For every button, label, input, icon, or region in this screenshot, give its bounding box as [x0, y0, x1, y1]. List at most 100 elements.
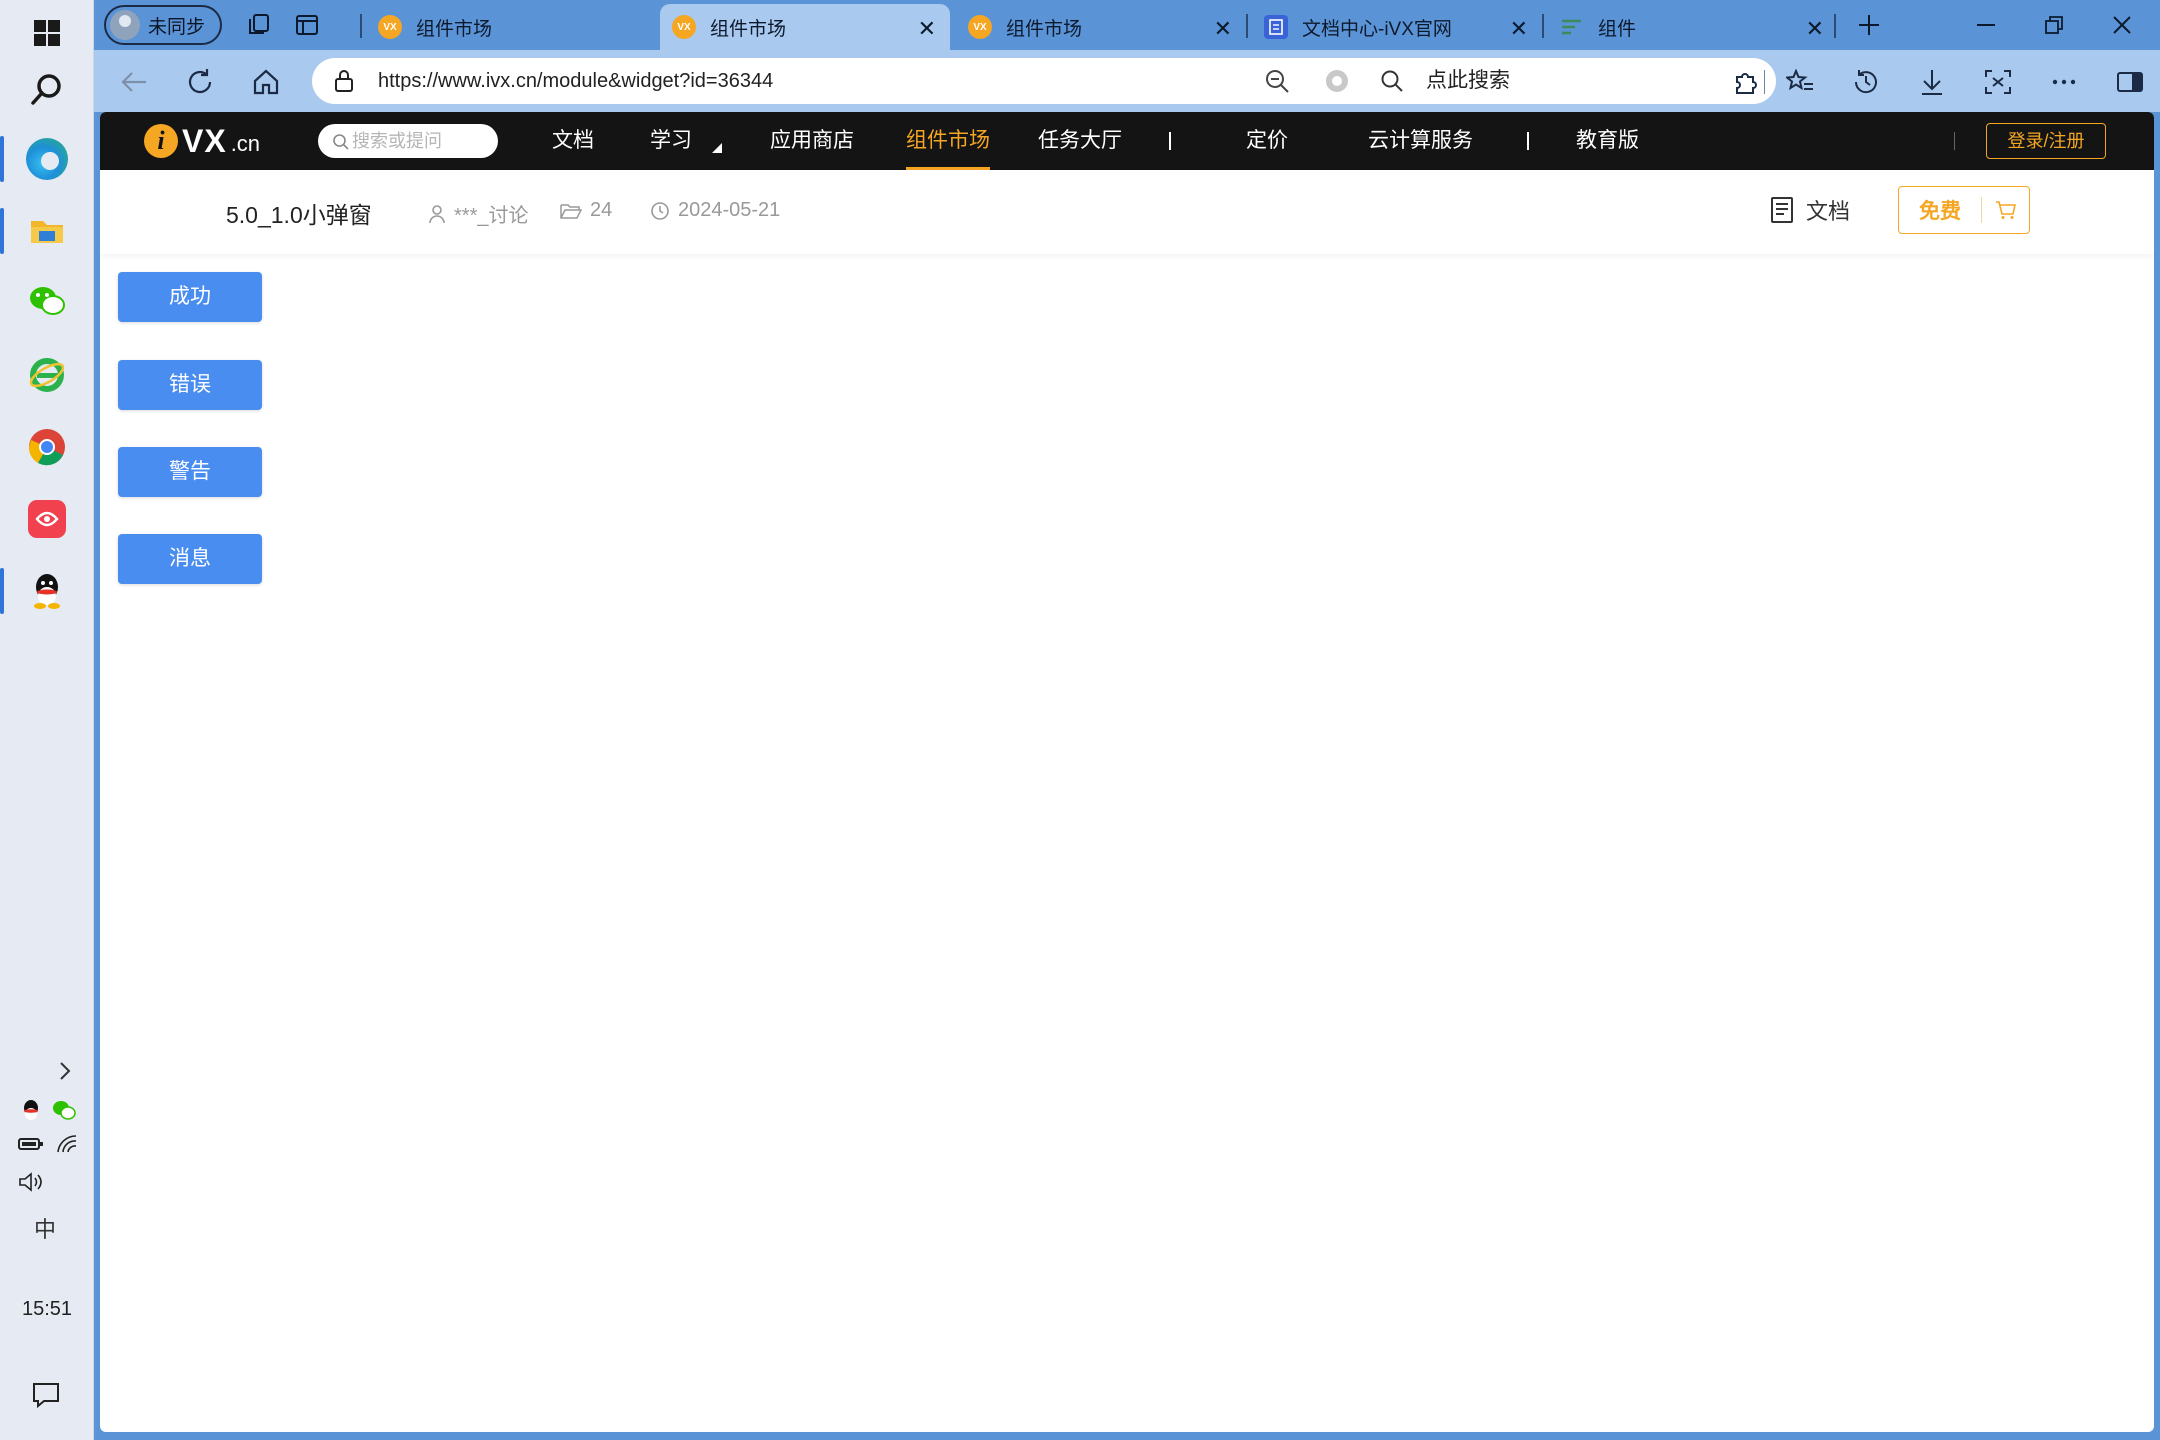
- nav-task-hall[interactable]: 任务大厅: [1038, 112, 1122, 170]
- error-button[interactable]: 错误: [118, 360, 262, 410]
- site-search-input[interactable]: [352, 130, 488, 152]
- tab-title: 组件市场: [416, 18, 493, 40]
- close-window-icon[interactable]: [2088, 0, 2156, 50]
- browser-tab-4[interactable]: 文档中心-iVX官网 ✕: [1252, 4, 1542, 50]
- taskbar-wechat[interactable]: [0, 268, 94, 334]
- free-get-button[interactable]: 免费: [1898, 186, 2030, 234]
- taskbar-ie[interactable]: [0, 342, 94, 408]
- history-icon[interactable]: [1848, 64, 1884, 100]
- media-app-icon: [28, 500, 66, 538]
- wifi-icon[interactable]: [56, 1134, 78, 1159]
- favorites-list-icon[interactable]: [1782, 64, 1818, 100]
- cart-icon[interactable]: [1982, 200, 2029, 220]
- taskbar-app-red[interactable]: [0, 486, 94, 552]
- downloads-icon[interactable]: [1914, 64, 1950, 100]
- info-message-button[interactable]: 消息: [118, 534, 262, 584]
- ime-indicator[interactable]: 中: [34, 1212, 56, 1244]
- tray-wechat-icon[interactable]: [52, 1100, 76, 1125]
- tab-close-icon[interactable]: ✕: [1510, 16, 1528, 42]
- notification-center-icon[interactable]: [32, 1382, 60, 1413]
- browser-search-box[interactable]: [1356, 58, 1776, 104]
- nav-divider: [1527, 132, 1529, 150]
- tray-expand-chevron-icon[interactable]: [58, 1060, 72, 1087]
- ivx-logo-i-icon: i: [144, 124, 178, 158]
- search-icon: [332, 133, 350, 156]
- collections-icon[interactable]: [244, 10, 274, 40]
- minimize-icon[interactable]: [1952, 0, 2020, 50]
- nav-pricing[interactable]: 定价: [1246, 112, 1288, 170]
- sidebar-toggle-icon[interactable]: [2112, 64, 2148, 100]
- widget-date: 2024-05-21: [650, 199, 780, 222]
- ivx-logo[interactable]: i VX .cn: [144, 124, 260, 158]
- profile-sync-label: 未同步: [148, 16, 206, 38]
- site-search[interactable]: [318, 124, 498, 158]
- nav-docs[interactable]: 文档: [552, 112, 594, 170]
- warning-button[interactable]: 警告: [118, 447, 262, 497]
- search-icon: [1380, 69, 1404, 98]
- browser-tab-3[interactable]: VX 组件市场 ✕: [956, 4, 1246, 50]
- page-viewport: i VX .cn 文档 学习 应用商店 组件市场 任务大厅 定价 云计算服务: [100, 112, 2154, 1432]
- url-text[interactable]: https://www.ivx.cn/module&widget?id=3634…: [378, 70, 773, 93]
- widget-usage-count: 24: [560, 199, 612, 222]
- screenshot-icon[interactable]: [1980, 64, 2016, 100]
- tab-close-icon[interactable]: ✕: [1214, 16, 1232, 42]
- docs-label: 文档: [1806, 199, 1851, 224]
- battery-icon[interactable]: [18, 1136, 44, 1157]
- nav-learn[interactable]: 学习: [650, 112, 692, 170]
- ivx-favicon-icon: VX: [672, 15, 696, 39]
- document-icon: [1771, 197, 1793, 223]
- extensions-puzzle-icon[interactable]: [1728, 64, 1764, 100]
- tracking-prevention-icon[interactable]: [1324, 68, 1350, 99]
- windows-logo-icon: [34, 20, 60, 46]
- widget-title: 5.0_1.0小弹窗: [226, 202, 372, 228]
- zoom-out-icon[interactable]: [1264, 68, 1290, 99]
- site-navbar: i VX .cn 文档 学习 应用商店 组件市场 任务大厅 定价 云计算服务: [100, 112, 2154, 170]
- more-options-icon[interactable]: [2046, 64, 2082, 100]
- browser-tab-2-active[interactable]: VX 组件市场 ✕: [660, 4, 950, 50]
- taskbar-file-explorer[interactable]: [0, 198, 94, 264]
- nav-education[interactable]: 教育版: [1576, 112, 1639, 170]
- document-favicon-icon: [1264, 15, 1288, 39]
- search-button[interactable]: [0, 56, 94, 122]
- logo-cn-text: .cn: [230, 131, 261, 156]
- tab-close-icon[interactable]: ✕: [1806, 16, 1824, 42]
- back-arrow-icon[interactable]: [116, 64, 152, 100]
- widget-docs-link[interactable]: 文档: [1770, 194, 1850, 226]
- browser-search-input[interactable]: [1426, 68, 1746, 94]
- tab-title: 组件市场: [710, 18, 787, 40]
- publish-date: 2024-05-21: [678, 199, 781, 221]
- new-tab-plus-icon[interactable]: [1854, 10, 1884, 40]
- taskbar-qq[interactable]: [0, 558, 94, 624]
- lock-icon[interactable]: [334, 69, 354, 98]
- wechat-icon: [30, 287, 65, 315]
- widget-author[interactable]: ***_讨论: [428, 199, 528, 228]
- tray-qq-icon[interactable]: [20, 1098, 42, 1127]
- volume-icon[interactable]: [18, 1172, 44, 1197]
- nav-cloud-services[interactable]: 云计算服务: [1368, 112, 1473, 170]
- profile-button[interactable]: 未同步: [104, 5, 222, 45]
- edge-browser-window: 未同步 VX 组件市场 ✕ VX 组件市场 ✕ VX 组件市场 ✕: [94, 0, 2160, 1440]
- dropdown-triangle-icon[interactable]: [712, 140, 722, 158]
- nav-divider: [1169, 132, 1171, 150]
- nav-appstore[interactable]: 应用商店: [770, 112, 854, 170]
- nav-widget-market[interactable]: 组件市场: [906, 112, 990, 170]
- restore-icon[interactable]: [2020, 0, 2088, 50]
- browser-tab-5[interactable]: 组件 ✕: [1548, 4, 1838, 50]
- system-clock[interactable]: 15:51: [0, 1298, 94, 1321]
- refresh-icon[interactable]: [182, 64, 218, 100]
- taskbar-chrome[interactable]: [0, 414, 94, 480]
- avatar: [110, 10, 140, 40]
- login-register-button[interactable]: 登录/注册: [1986, 123, 2106, 159]
- home-icon[interactable]: [248, 64, 284, 100]
- tab-title: 组件: [1598, 18, 1637, 40]
- clock-icon: [651, 201, 669, 220]
- address-bar[interactable]: https://www.ivx.cn/module&widget?id=3634…: [312, 58, 1434, 104]
- chrome-icon: [28, 429, 65, 466]
- taskbar-edge[interactable]: [0, 126, 94, 192]
- usage-count: 24: [590, 199, 613, 221]
- vertical-tabs-icon[interactable]: [292, 10, 322, 40]
- user-icon: [429, 204, 445, 223]
- edge-icon: [26, 138, 68, 180]
- tab-close-icon[interactable]: ✕: [918, 16, 936, 42]
- success-button[interactable]: 成功: [118, 272, 262, 322]
